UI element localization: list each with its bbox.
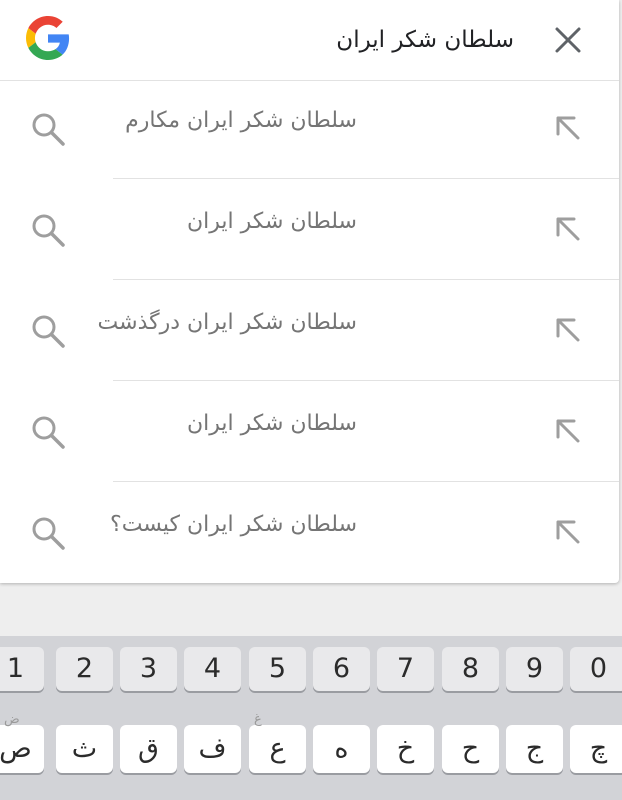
suggestion-item[interactable]: سلطان شکر ایران کیست؟ <box>0 482 619 583</box>
suggestion-label: سلطان شکر ایران <box>187 411 357 436</box>
search-card: سلطان شکر ایران مکارم سلطان شکر ایران سل… <box>0 0 619 583</box>
arrow-up-left-icon[interactable] <box>551 212 585 246</box>
key-2[interactable]: 2 <box>56 647 113 691</box>
key-9[interactable]: 9 <box>506 647 563 691</box>
key-label: ف <box>198 733 227 764</box>
key-6[interactable]: 6 <box>313 647 370 691</box>
google-logo-icon <box>26 16 70 60</box>
arrow-up-left-icon[interactable] <box>551 414 585 448</box>
key-se[interactable]: ث <box>56 725 113 773</box>
suggestion-item[interactable]: سلطان شکر ایران درگذشت <box>0 280 619 381</box>
suggestion-label: سلطان شکر ایران کیست؟ <box>110 512 357 537</box>
key-label: ح <box>461 733 480 764</box>
key-he[interactable]: ه <box>313 725 370 773</box>
key-hee[interactable]: ح <box>442 725 499 773</box>
key-label: چ <box>589 733 608 764</box>
suggestion-label: سلطان شکر ایران درگذشت <box>97 310 357 335</box>
suggestion-item[interactable]: سلطان شکر ایران <box>0 381 619 482</box>
key-label: ق <box>138 733 159 764</box>
key-che[interactable]: چ <box>570 725 622 773</box>
key-fe[interactable]: ف <box>184 725 241 773</box>
search-icon <box>32 315 65 348</box>
key-label: ع <box>269 733 286 764</box>
keyboard: 1 2 3 4 5 6 7 8 9 0 ض ص ث ق ف غ ع ه خ ح … <box>0 636 622 800</box>
suggestion-item[interactable]: سلطان شکر ایران <box>0 179 619 280</box>
suggestion-label: سلطان شکر ایران <box>187 209 357 234</box>
key-3[interactable]: 3 <box>120 647 177 691</box>
close-icon[interactable] <box>548 20 588 60</box>
key-jim[interactable]: ج <box>506 725 563 773</box>
arrow-up-left-icon[interactable] <box>551 515 585 549</box>
key-ghaf[interactable]: ق <box>120 725 177 773</box>
key-alt-label: غ <box>254 712 262 727</box>
key-sad[interactable]: ض ص <box>0 713 44 773</box>
search-icon <box>32 113 65 146</box>
key-ein[interactable]: غ ع <box>249 713 306 773</box>
search-icon <box>32 416 65 449</box>
search-input[interactable] <box>90 18 516 62</box>
search-icon <box>32 214 65 247</box>
search-bar <box>0 0 619 81</box>
key-khe[interactable]: خ <box>377 725 434 773</box>
suggestion-item[interactable]: سلطان شکر ایران مکارم <box>0 78 619 179</box>
key-label: ج <box>525 733 544 764</box>
suggestion-label: سلطان شکر ایران مکارم <box>125 108 357 133</box>
key-4[interactable]: 4 <box>184 647 241 691</box>
key-label: ث <box>71 733 98 764</box>
arrow-up-left-icon[interactable] <box>551 313 585 347</box>
key-1[interactable]: 1 <box>0 647 44 691</box>
key-0[interactable]: 0 <box>570 647 622 691</box>
key-8[interactable]: 8 <box>442 647 499 691</box>
key-7[interactable]: 7 <box>377 647 434 691</box>
key-label: ه <box>334 733 349 764</box>
key-5[interactable]: 5 <box>249 647 306 691</box>
key-alt-label: ض <box>4 712 20 727</box>
key-label: خ <box>396 733 415 764</box>
key-label: ص <box>0 733 32 764</box>
arrow-up-left-icon[interactable] <box>551 111 585 145</box>
search-icon <box>32 517 65 550</box>
